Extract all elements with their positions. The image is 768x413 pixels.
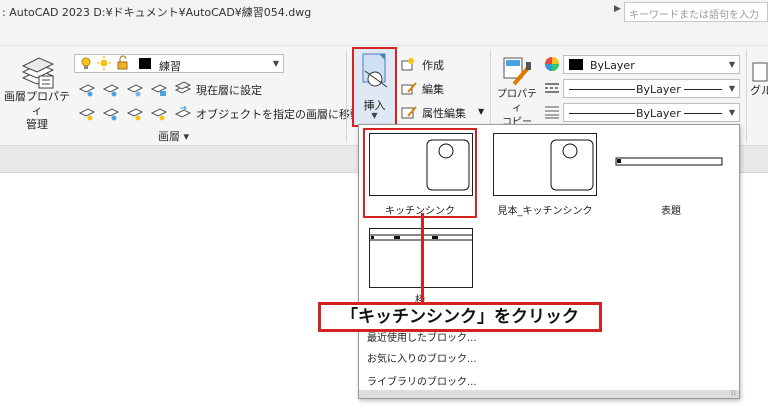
block-tile-title[interactable]: 表題 <box>613 130 729 217</box>
block-tile-sample-kitchen-sink[interactable]: 見本_キッチンシンク <box>489 130 605 217</box>
chevron-down-icon: ▼ <box>371 111 378 120</box>
color-dropdown[interactable]: ByLayer ▼ <box>563 55 740 74</box>
block-name: 表題 <box>661 206 681 217</box>
create-block-button[interactable]: 作成 <box>422 57 444 73</box>
move-to-layer-button[interactable]: オブジェクトを指定の画層に移動 <box>196 106 361 122</box>
ribbon-tab-bar <box>0 24 768 46</box>
favorite-blocks-menu-item[interactable]: お気に入りのブロック... <box>367 350 477 365</box>
color-wheel-icon <box>545 57 559 71</box>
library-blocks-menu-item[interactable]: ライブラリのブロック... <box>367 373 477 388</box>
resize-grip-icon[interactable]: ⁝⁝ <box>731 389 736 398</box>
linetype-dropdown[interactable]: ByLayer ▼ <box>563 79 740 98</box>
chevron-down-icon[interactable]: ▼ <box>478 107 484 116</box>
group-icon <box>752 62 768 82</box>
instruction-callout: 「キッチンシンク」をクリック <box>318 302 602 332</box>
match-properties-button[interactable]: プロパティ コピー <box>494 54 540 130</box>
layer-tools-row2-icons[interactable] <box>76 104 194 122</box>
chevron-down-icon: ▼ <box>728 108 735 117</box>
block-tile-kitchen-sink[interactable]: キッチンシンク <box>365 130 475 217</box>
title-bar: : AutoCAD 2023 D:¥ドキュメント¥AutoCAD¥練習054.d… <box>0 0 768 24</box>
panel-separator <box>746 50 747 142</box>
insert-block-icon <box>362 53 388 88</box>
gallery-footer: ⁝⁝ <box>359 389 739 398</box>
search-expand-icon[interactable]: ▶ <box>614 4 621 14</box>
chevron-down-icon: ▼ <box>728 84 735 93</box>
group-button[interactable]: グル <box>750 60 768 98</box>
set-current-layer-button[interactable]: 現在層に設定 <box>196 82 262 98</box>
block-name: キッチンシンク <box>385 206 455 217</box>
linetype-icon <box>545 83 559 93</box>
edit-attributes-icon <box>401 106 417 119</box>
lineweight-icon <box>545 106 559 119</box>
block-name: 見本_キッチンシンク <box>497 206 593 217</box>
sink-drawing-icon <box>426 139 470 191</box>
window-title: : AutoCAD 2023 D:¥ドキュメント¥AutoCAD¥練習054.d… <box>2 6 312 19</box>
layer-stack-icon <box>21 57 55 89</box>
callout-connector <box>421 213 424 305</box>
insert-block-button[interactable]: 挿入 ▼ <box>352 47 397 127</box>
block-thumbnail <box>493 133 597 196</box>
search-input[interactable]: キーワードまたは語句を入力 <box>624 2 768 22</box>
chevron-down-icon: ▼ <box>272 59 279 68</box>
edit-block-button[interactable]: 編集 <box>422 81 444 97</box>
lineweight-dropdown[interactable]: ByLayer ▼ <box>563 103 740 122</box>
color-swatch <box>569 59 583 70</box>
block-tile-frame[interactable]: 枠 <box>365 225 475 306</box>
layers-panel-title[interactable]: 画層 ▾ <box>158 128 189 144</box>
edit-block-icon <box>401 82 417 95</box>
chevron-down-icon: ▼ <box>728 60 735 69</box>
create-block-icon <box>401 58 414 71</box>
edit-attributes-button[interactable]: 属性編集 <box>422 105 466 121</box>
match-properties-icon <box>503 57 531 86</box>
title-block-drawing-icon <box>615 157 723 166</box>
layer-properties-button[interactable]: 画層プロパティ 管理 <box>2 52 72 132</box>
layer-tools-row1-icons[interactable] <box>76 80 194 98</box>
block-thumbnail <box>369 133 473 196</box>
block-gallery-dropdown: キッチンシンク 見本_キッチンシンク 表題 枠 最近使用したブロック... お気… <box>358 124 740 399</box>
sink-drawing-icon <box>550 139 594 191</box>
layer-dropdown[interactable]: 練習 ▼ <box>74 54 284 73</box>
current-layer-name: 練習 <box>159 60 181 73</box>
panel-separator <box>346 50 347 142</box>
layer-state-icons <box>81 55 151 70</box>
